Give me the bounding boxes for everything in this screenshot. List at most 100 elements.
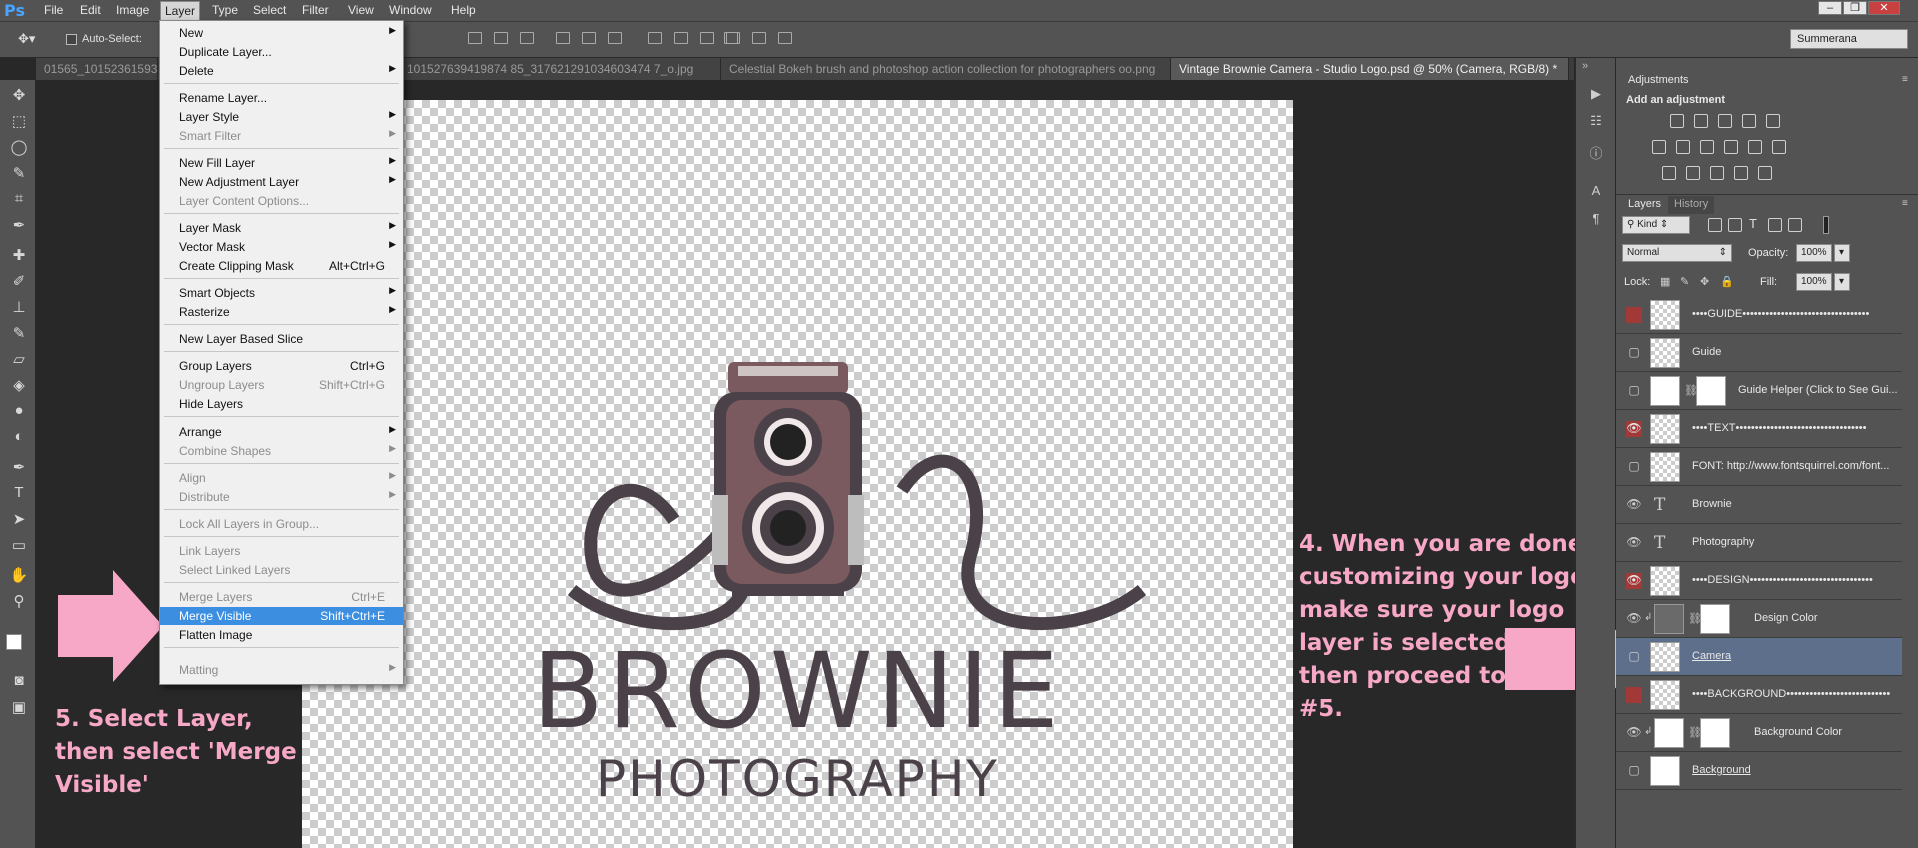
- layer-row[interactable]: 👁 ••••TEXT••••••••••••••••••••••••••••••…: [1616, 410, 1902, 448]
- close-icon[interactable]: ✕: [1868, 1, 1900, 15]
- visibility-eye-icon[interactable]: 👁: [1626, 535, 1642, 551]
- visibility-toggle[interactable]: [1626, 307, 1642, 323]
- workspace-select[interactable]: Summerana: [1790, 29, 1908, 49]
- visibility-toggle[interactable]: ▢: [1626, 383, 1642, 399]
- paragraph-icon[interactable]: ¶: [1588, 211, 1604, 227]
- menu-item-new-layer-based-slice[interactable]: New Layer Based Slice: [160, 330, 403, 348]
- kind-filter-select[interactable]: ⚲ Kind ⇕: [1622, 216, 1690, 234]
- align-vcenter-icon[interactable]: [494, 32, 508, 44]
- tab-doc-1[interactable]: 01565_101523615932374: [36, 58, 158, 80]
- opacity-dropdown-icon[interactable]: ▾: [1834, 244, 1850, 262]
- filter-shape-icon[interactable]: [1768, 218, 1782, 232]
- menu-select[interactable]: Select: [253, 3, 286, 17]
- quick-mask-icon[interactable]: ◙: [9, 672, 29, 689]
- menu-item-merge-visible[interactable]: Merge Visible Shift+Ctrl+E: [160, 607, 403, 625]
- menu-window[interactable]: Window: [389, 3, 432, 17]
- lock-transparent-icon[interactable]: ▦: [1660, 275, 1670, 288]
- paint-bucket-icon[interactable]: ◈: [9, 376, 29, 394]
- menu-edit[interactable]: Edit: [80, 3, 101, 17]
- dodge-tool-icon[interactable]: ◐: [9, 428, 29, 445]
- align-hcenter-icon[interactable]: [582, 32, 596, 44]
- marquee-tool-icon[interactable]: ⬚: [9, 112, 29, 130]
- visibility-toggle[interactable]: [1626, 687, 1642, 703]
- distribute-vcenter-icon[interactable]: [674, 32, 688, 44]
- visibility-eye-icon[interactable]: 👁: [1626, 497, 1642, 513]
- menu-item-group-layers[interactable]: Group Layers Ctrl+G: [160, 357, 403, 375]
- menu-item-new[interactable]: New ▶: [160, 24, 403, 42]
- layer-row[interactable]: ••••BACKGROUND••••••••••••••••••••••••••…: [1616, 676, 1902, 714]
- menu-layer[interactable]: Layer: [160, 1, 201, 21]
- tab-doc-2[interactable]: 101527639419874 85_317621291034603474 7_…: [399, 58, 721, 80]
- color-lookup-icon[interactable]: [1772, 140, 1786, 154]
- lock-all-icon[interactable]: 🔒: [1720, 275, 1734, 288]
- brightness-icon[interactable]: [1670, 114, 1684, 128]
- brush-tool-icon[interactable]: ✐: [9, 272, 29, 290]
- expand-icon[interactable]: »: [1582, 60, 1588, 72]
- type-tool-icon[interactable]: T: [9, 484, 29, 501]
- eyedropper-tool-icon[interactable]: ✒: [9, 216, 29, 234]
- shape-tool-icon[interactable]: ▭: [9, 536, 29, 554]
- visibility-eye-icon[interactable]: 👁: [1626, 611, 1642, 627]
- character-icon[interactable]: A: [1588, 183, 1604, 199]
- menu-item-rename-layer[interactable]: Rename Layer...: [160, 89, 403, 107]
- lock-position-icon[interactable]: ✥: [1700, 275, 1709, 288]
- layer-row[interactable]: 👁 ↲ ⛓ Background Color: [1616, 714, 1902, 752]
- filter-smart-object-icon[interactable]: [1788, 218, 1802, 232]
- menu-item-create-clipping-mask[interactable]: Create Clipping Mask Alt+Ctrl+G: [160, 257, 403, 275]
- menu-item-duplicate-layer[interactable]: Duplicate Layer...: [160, 43, 403, 61]
- align-top-icon[interactable]: [468, 32, 482, 44]
- distribute-right-icon[interactable]: [778, 32, 792, 44]
- eraser-tool-icon[interactable]: ▱: [9, 350, 29, 368]
- menu-item-vector-mask[interactable]: Vector Mask ▶: [160, 238, 403, 256]
- photo-filter-icon[interactable]: [1724, 140, 1738, 154]
- tab-doc-active[interactable]: Vintage Brownie Camera - Studio Logo.psd…: [1171, 58, 1569, 80]
- menu-filter[interactable]: Filter: [302, 3, 329, 17]
- menu-item-smart-objects[interactable]: Smart Objects ▶: [160, 284, 403, 302]
- path-select-icon[interactable]: ➤: [9, 510, 29, 528]
- menu-item-arrange[interactable]: Arrange ▶: [160, 423, 403, 441]
- menu-item-layer-style[interactable]: Layer Style ▶: [160, 108, 403, 126]
- selective-color-icon[interactable]: [1758, 166, 1772, 180]
- lock-image-icon[interactable]: ✎: [1680, 275, 1689, 288]
- clone-stamp-icon[interactable]: ⊥: [9, 298, 29, 316]
- layer-row[interactable]: ▢ ⛓ Guide Helper (Click to See Gui...: [1616, 372, 1902, 410]
- menu-item-new-fill-layer[interactable]: New Fill Layer ▶: [160, 154, 403, 172]
- healing-brush-icon[interactable]: ✚: [9, 246, 29, 264]
- layer-row[interactable]: ▢ Guide: [1616, 334, 1902, 372]
- posterize-icon[interactable]: [1686, 166, 1700, 180]
- exposure-icon[interactable]: [1742, 114, 1756, 128]
- layer-row[interactable]: ▢ Background: [1616, 752, 1902, 790]
- layer-row[interactable]: 👁 T Brownie: [1616, 486, 1902, 524]
- distribute-top-icon[interactable]: [648, 32, 662, 44]
- visibility-toggle[interactable]: ▢: [1626, 459, 1642, 475]
- menu-image[interactable]: Image: [116, 3, 149, 17]
- document-canvas[interactable]: BROWNIE PHOTOGRAPHY: [302, 100, 1293, 848]
- hand-tool-icon[interactable]: ✋: [9, 566, 29, 584]
- layer-row-selected[interactable]: ▢ Camera: [1616, 638, 1902, 676]
- visibility-toggle[interactable]: ▢: [1626, 345, 1642, 361]
- visibility-eye-icon[interactable]: 👁: [1626, 573, 1642, 589]
- gradient-map-icon[interactable]: [1734, 166, 1748, 180]
- menu-item-rasterize[interactable]: Rasterize ▶: [160, 303, 403, 321]
- opacity-input[interactable]: 100%: [1796, 244, 1832, 262]
- auto-select-checkbox[interactable]: [66, 34, 77, 45]
- menu-item-new-adjustment-layer[interactable]: New Adjustment Layer ▶: [160, 173, 403, 191]
- layers-panel-menu-icon[interactable]: ≡: [1902, 198, 1908, 209]
- menu-help[interactable]: Help: [451, 3, 476, 17]
- visibility-eye-icon[interactable]: 👁: [1626, 725, 1642, 741]
- threshold-icon[interactable]: [1710, 166, 1724, 180]
- info-icon[interactable]: ⓘ: [1588, 143, 1604, 161]
- minimize-icon[interactable]: –: [1818, 1, 1842, 15]
- color-balance-icon[interactable]: [1676, 140, 1690, 154]
- menu-item-layer-mask[interactable]: Layer Mask ▶: [160, 219, 403, 237]
- blend-mode-select[interactable]: Normal ⇕: [1622, 244, 1732, 262]
- curves-icon[interactable]: [1718, 114, 1732, 128]
- restore-icon[interactable]: ❐: [1843, 1, 1867, 15]
- fill-input[interactable]: 100%: [1796, 273, 1832, 291]
- vibrance-icon[interactable]: [1766, 114, 1780, 128]
- align-bottom-icon[interactable]: [520, 32, 534, 44]
- filter-type-icon[interactable]: T: [1749, 216, 1757, 231]
- distribute-hcenter-icon[interactable]: [752, 32, 766, 44]
- levels-icon[interactable]: [1694, 114, 1708, 128]
- filter-adjustment-icon[interactable]: [1728, 218, 1742, 232]
